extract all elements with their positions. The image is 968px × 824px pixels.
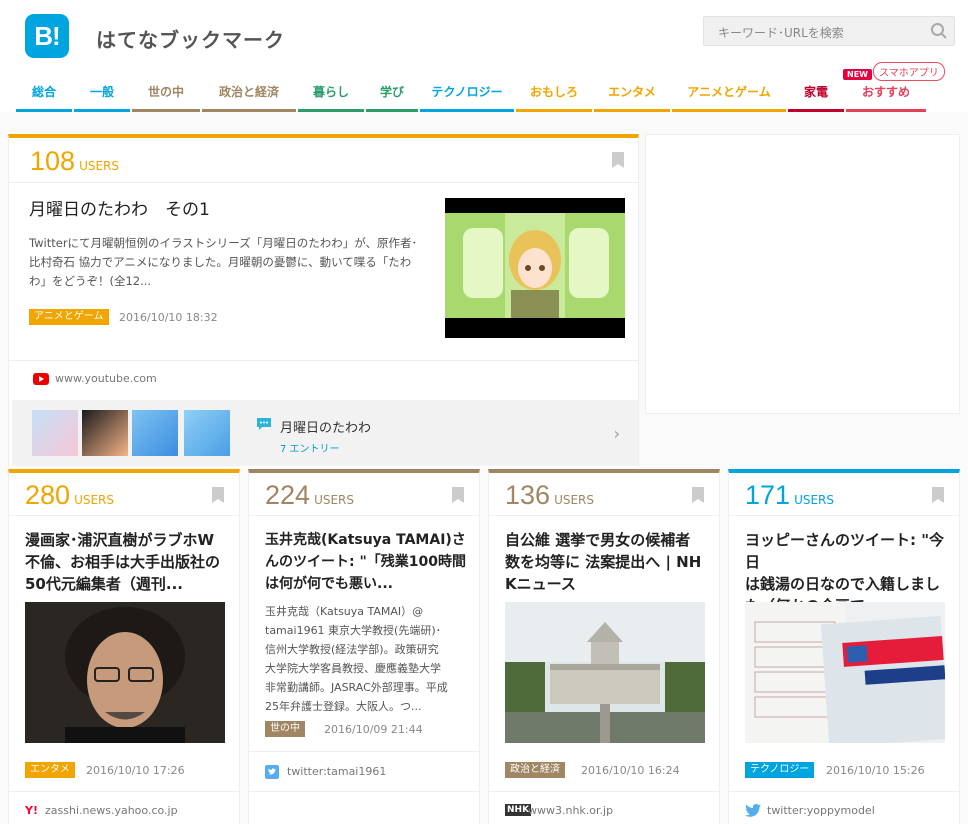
users-count[interactable]: 136 USERS <box>505 480 594 511</box>
entry-title[interactable]: 自公維 選挙で男女の候補者 数を均等に 法案提出へ | NH Kニュース <box>505 529 715 595</box>
entry-card[interactable]: 280 USERS 漫画家･浦沢直樹がラブホW 不倫、お相手は大手出版社の 50代… <box>8 469 240 824</box>
nav-item-appliance[interactable]: 家電 <box>788 82 844 112</box>
bookmark-icon[interactable] <box>452 487 464 503</box>
divider <box>729 515 959 516</box>
entry-title[interactable]: 漫画家･浦沢直樹がラブホW 不倫、お相手は大手出版社の 50代元編集者（週刊..… <box>25 529 233 595</box>
related-thumbnail <box>132 410 178 456</box>
twitter-icon <box>745 804 761 817</box>
entry-thumbnail[interactable] <box>445 198 625 338</box>
nav-item-general-all[interactable]: 総合 <box>16 82 72 112</box>
category-tag[interactable]: アニメとゲーム <box>29 309 109 325</box>
category-tag[interactable]: テクノロジー <box>745 762 815 778</box>
nav-item-life[interactable]: 暮らし <box>298 82 364 112</box>
entry-card[interactable]: 224 USERS 玉井克哉(Katsuya TAMAI)さ んのツイート: "「… <box>248 469 480 824</box>
chevron-right-icon[interactable]: › <box>614 424 620 443</box>
entry-thumbnail[interactable] <box>745 602 950 748</box>
entry-source[interactable]: www.youtube.com <box>55 372 157 385</box>
entry-source[interactable]: twitter:yoppymodel <box>767 804 875 817</box>
related-thumbnail <box>32 410 78 456</box>
smartphone-app-badge[interactable]: スマホアプリ <box>873 62 945 81</box>
users-count[interactable]: 280 USERS <box>25 480 114 511</box>
entry-thumbnail[interactable] <box>505 602 705 743</box>
nav-item-learning[interactable]: 学び <box>366 82 418 112</box>
divider <box>9 515 239 516</box>
entry-date: 2016/10/10 17:26 <box>86 764 185 777</box>
nav-item-society[interactable]: 世の中 <box>132 82 200 112</box>
entry-source[interactable]: twitter:tamai1961 <box>287 765 386 778</box>
category-tag[interactable]: エンタメ <box>25 762 75 778</box>
entry-card[interactable]: 171 USERS ヨッピーさんのツイート: "今日 は銭湯の日なので入籍しまし … <box>728 469 960 824</box>
entry-source[interactable]: zasshi.news.yahoo.co.jp <box>45 804 178 817</box>
related-entries[interactable]: 月曜日のたわわ 7 エントリー › <box>12 400 638 466</box>
nav-item-general[interactable]: 一般 <box>74 82 130 112</box>
divider <box>729 791 959 792</box>
entry-source[interactable]: www3.nhk.or.jp <box>528 804 613 817</box>
entry-description: Twitterにて月曜朝恒例のイラストシリーズ「月曜日のたわわ」が、原作者･ 比… <box>29 236 418 288</box>
divider <box>489 515 719 516</box>
divider <box>9 182 638 183</box>
logo[interactable]: B! <box>25 14 69 58</box>
divider <box>489 791 719 792</box>
nav-item-entertainment[interactable]: エンタメ <box>594 82 670 112</box>
entry-thumbnail[interactable] <box>25 602 225 743</box>
nav-item-fun[interactable]: おもしろ <box>516 82 592 112</box>
entry-date: 2016/10/10 15:26 <box>826 764 925 777</box>
bookmark-icon[interactable] <box>212 487 224 503</box>
entry-date: 2016/10/10 18:32 <box>119 311 218 324</box>
category-tag[interactable]: 世の中 <box>265 721 305 737</box>
divider <box>9 791 239 792</box>
category-tag[interactable]: 政治と経済 <box>505 762 565 778</box>
related-count[interactable]: 7 エントリー <box>280 440 340 455</box>
divider <box>249 791 479 792</box>
header: B! はてなブックマーク キーワード･URLを検索 総合 一般 世の中 政治と経… <box>0 0 968 112</box>
users-count[interactable]: 171 USERS <box>745 480 834 511</box>
ad-area <box>645 134 960 414</box>
category-nav: 総合 一般 世の中 政治と経済 暮らし 学び テクノロジー おもしろ エンタメ … <box>16 82 928 112</box>
divider <box>249 751 479 752</box>
yahoo-icon: Y! <box>25 804 38 817</box>
users-count[interactable]: 108 USERS <box>30 146 119 177</box>
entry-description: 玉井克哉（Katsuya TAMAI）@ tamai1961 東京大学教授(先端… <box>265 605 448 713</box>
nav-item-politics[interactable]: 政治と経済 <box>202 82 296 112</box>
entry-title[interactable]: 月曜日のたわわ その1 <box>29 199 210 221</box>
search-icon[interactable] <box>930 22 948 40</box>
divider <box>9 360 638 361</box>
related-thumbnail <box>184 410 230 456</box>
entry-date: 2016/10/09 21:44 <box>324 723 423 736</box>
comment-icon <box>257 418 271 430</box>
search-input[interactable]: キーワード･URLを検索 <box>703 16 955 46</box>
search-placeholder: キーワード･URLを検索 <box>718 26 844 40</box>
divider <box>249 515 479 516</box>
nav-item-anime-game[interactable]: アニメとゲーム <box>672 82 786 112</box>
bookmark-icon[interactable] <box>612 152 624 168</box>
users-count[interactable]: 224 USERS <box>265 480 354 511</box>
related-title[interactable]: 月曜日のたわわ <box>280 417 371 436</box>
site-name[interactable]: はてなブックマーク <box>96 24 285 53</box>
nav-item-recommended[interactable]: おすすめ <box>846 82 926 112</box>
youtube-icon <box>33 373 49 385</box>
nav-item-technology[interactable]: テクノロジー <box>420 82 514 112</box>
bookmark-icon[interactable] <box>932 487 944 503</box>
new-badge: NEW <box>843 69 872 80</box>
bookmark-icon[interactable] <box>692 487 704 503</box>
twitter-icon <box>265 765 279 779</box>
entry-date: 2016/10/10 16:24 <box>581 764 680 777</box>
entry-card[interactable]: 136 USERS 自公維 選挙で男女の候補者 数を均等に 法案提出へ | NH … <box>488 469 720 824</box>
related-thumbnail <box>82 410 128 456</box>
entry-title[interactable]: 玉井克哉(Katsuya TAMAI)さ んのツイート: "「残業100時間 は… <box>265 529 475 595</box>
